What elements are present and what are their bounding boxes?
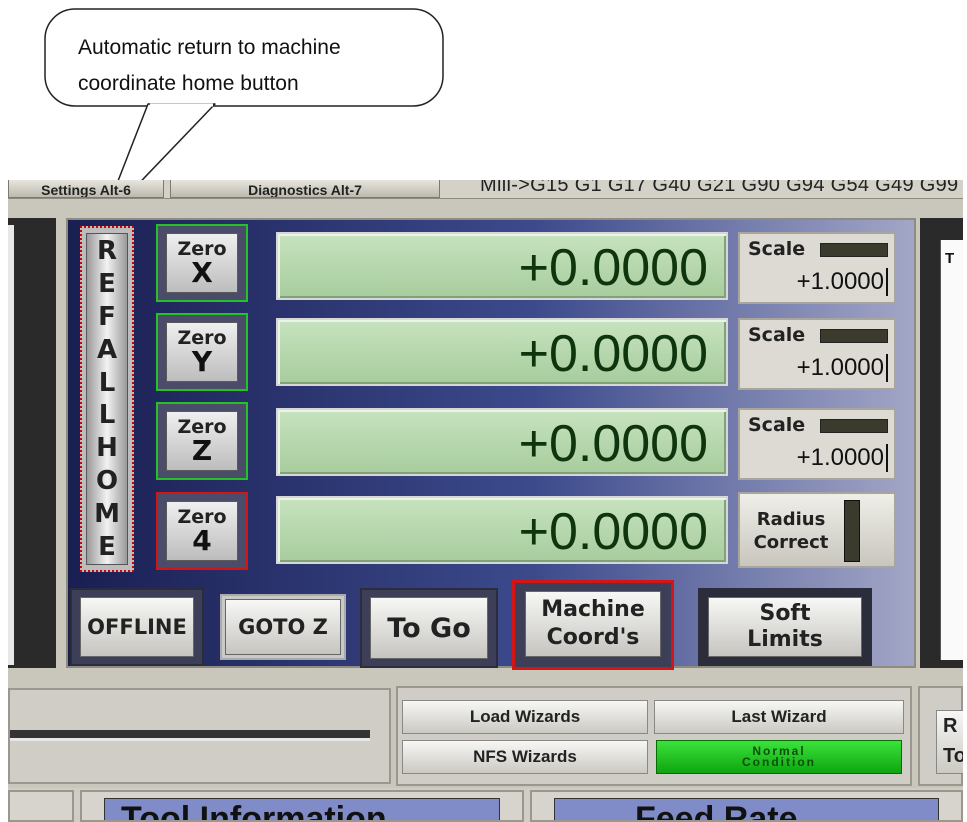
ref-letter: E [98,531,116,562]
to-go-label: To Go [370,597,488,659]
to-go-button[interactable]: To Go [360,588,498,668]
ref-letter: L [98,367,116,398]
right-edge-label-2: To [943,745,963,767]
scale-z: Scale +1.0000 [738,408,896,480]
right-edge-panel: R To [918,686,963,786]
right-edge-button[interactable]: R To [936,710,963,774]
feed-rate-panel: Feed Rate [530,790,963,822]
ref-all-home-face: R E F A L L H O M E [86,233,128,565]
nfs-wizards-button[interactable]: NFS Wizards [402,740,648,774]
scale-label: Scale [748,324,806,346]
scale-led [820,243,888,257]
callout-line-1: Automatic return to machine [78,36,341,59]
left-frame [8,218,56,668]
ref-letter: F [98,301,116,332]
tool-information-panel: Tool Information [80,790,524,822]
tab-diagnostics[interactable]: Diagnostics Alt-7 [170,180,440,198]
status-line-2: Condition [742,755,816,769]
dro-4-value: +0.0000 [518,503,708,561]
load-wizards-button[interactable]: Load Wizards [402,700,648,734]
machine-coords-label-2: Coord's [546,625,640,650]
ref-letter: O [95,466,119,497]
ref-letter: R [96,236,118,266]
scale-x-value[interactable]: +1.0000 [764,268,888,296]
last-wizard-button[interactable]: Last Wizard [654,700,904,734]
offline-label: OFFLINE [80,597,194,657]
gcode-modes-line: Mill->G15 G1 G17 G40 G21 G90 G94 G54 G49… [480,180,959,196]
ref-all-home-button[interactable]: R E F A L L H O M E [80,226,134,572]
radius-label-2: Correct [753,532,829,553]
zero-z-button[interactable]: Zero Z [156,402,248,480]
scale-label: Scale [748,238,806,260]
zero-x-button[interactable]: Zero X [156,224,248,302]
right-edge-label-1: R [943,715,958,737]
ref-letter: M [94,499,120,529]
axis-label: 4 [192,524,212,557]
scale-z-value[interactable]: +1.0000 [764,444,888,472]
dro-y[interactable]: +0.0000 [276,318,728,386]
scale-led [820,329,888,343]
normal-condition-led: Normal Condition [656,740,902,774]
mach-window: Settings Alt-6 Diagnostics Alt-7 Mill->G… [8,180,963,822]
bottom-slot [10,730,370,738]
goto-z-button[interactable]: GOTO Z [220,594,346,660]
ref-letter: E [98,268,116,299]
bottom-left-panel [8,688,391,784]
ref-letter: L [98,400,116,431]
feed-rate-title: Feed Rate [554,798,939,820]
callout-line-2: coordinate home button [78,72,299,95]
dro-y-value: +0.0000 [518,325,708,383]
dro-z-value: +0.0000 [518,415,708,473]
offline-button[interactable]: OFFLINE [70,588,204,666]
dro-z[interactable]: +0.0000 [276,408,728,476]
dro-4[interactable]: +0.0000 [276,496,728,564]
ref-letter: A [96,334,118,365]
scale-y: Scale +1.0000 [738,318,896,390]
axis-label: Z [191,434,213,467]
axis-label: Y [191,345,213,378]
radius-correct-button[interactable]: Radius Correct [738,492,896,568]
axis-label: X [191,256,213,289]
soft-limits-label-2: Limits [747,627,823,652]
tool-information-title: Tool Information [104,798,500,820]
right-panel-letter: T [945,250,955,267]
callout-text: Automatic return to machine coordinate h… [78,30,438,102]
machine-coords-button[interactable]: Machine Coord's [512,580,674,670]
scale-y-value[interactable]: +1.0000 [764,354,888,382]
radius-correct-led [844,500,860,562]
machine-coords-label-1: Machine [541,597,645,622]
zero-y-button[interactable]: Zero Y [156,313,248,391]
soft-limits-button[interactable]: Soft Limits [698,588,872,666]
bottom-panel-left [8,790,74,822]
goto-z-label: GOTO Z [225,599,341,655]
ref-letter: H [96,433,118,464]
scale-x: Scale +1.0000 [738,232,896,304]
soft-limits-label-1: Soft [759,601,811,626]
tab-settings[interactable]: Settings Alt-6 [8,180,164,198]
radius-label-1: Radius [756,509,826,530]
dro-x[interactable]: +0.0000 [276,232,728,300]
scale-label: Scale [748,414,806,436]
zero-4-button[interactable]: Zero 4 [156,492,248,570]
wizard-panel: Load Wizards Last Wizard NFS Wizards Nor… [396,686,912,786]
right-panel-edge [940,240,963,660]
left-panel-edge [8,225,14,665]
dro-x-value: +0.0000 [518,239,708,297]
top-tab-bar: Settings Alt-6 Diagnostics Alt-7 Mill->G… [8,180,963,199]
scale-led [820,419,888,433]
